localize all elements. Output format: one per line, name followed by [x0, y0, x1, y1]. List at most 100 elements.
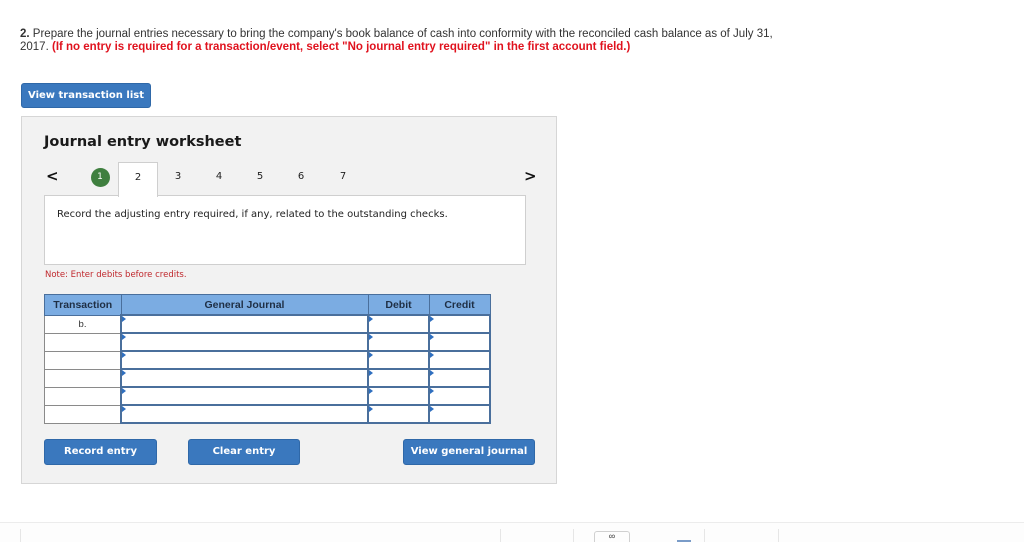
debit-field[interactable]	[369, 316, 428, 332]
dropdown-marker-icon	[122, 370, 126, 376]
account-field-cell	[120, 332, 369, 352]
debit-field-cell	[367, 314, 430, 334]
dropdown-marker-icon	[430, 316, 434, 322]
credit-field-cell	[428, 332, 491, 352]
debit-credit-note: Note: Enter debits before credits.	[45, 270, 187, 280]
record-entry-button[interactable]: Record entry	[44, 439, 157, 465]
debit-field[interactable]	[369, 406, 428, 422]
debit-field-cell	[367, 368, 430, 388]
transaction-cell	[44, 386, 122, 406]
debit-field-cell	[367, 350, 430, 370]
credit-field-cell	[428, 368, 491, 388]
chevron-left-icon[interactable]: <	[46, 167, 59, 185]
dropdown-marker-icon	[369, 388, 373, 394]
account-field-cell	[120, 404, 369, 424]
link-icon[interactable]: ∞	[594, 531, 630, 542]
bottom-toolbar: ∞	[0, 522, 1024, 542]
journal-row	[44, 332, 491, 352]
transaction-cell	[44, 368, 122, 388]
dropdown-marker-icon	[430, 334, 434, 340]
transaction-cell: b.	[44, 314, 122, 334]
divider	[20, 529, 21, 542]
dropdown-marker-icon	[369, 334, 373, 340]
tab-5[interactable]: 5	[240, 162, 280, 195]
journal-row	[44, 386, 491, 406]
view-general-journal-button[interactable]: View general journal	[403, 439, 535, 465]
credit-field[interactable]	[430, 316, 489, 332]
dropdown-marker-icon	[369, 370, 373, 376]
journal-row	[44, 350, 491, 370]
tab-2[interactable]: 2	[118, 162, 158, 197]
question-instruction: (If no entry is required for a transacti…	[51, 41, 631, 53]
account-field-cell	[120, 386, 369, 406]
debit-field[interactable]	[369, 334, 428, 350]
dropdown-marker-icon	[122, 406, 126, 412]
account-field-cell	[120, 368, 369, 388]
divider	[778, 529, 779, 542]
clear-entry-button[interactable]: Clear entry	[188, 439, 300, 465]
credit-field[interactable]	[430, 334, 489, 350]
debit-field-cell	[367, 404, 430, 424]
debit-field-cell	[367, 332, 430, 352]
dropdown-marker-icon	[430, 406, 434, 412]
dropdown-marker-icon	[122, 352, 126, 358]
tab-4[interactable]: 4	[199, 162, 239, 195]
debit-field[interactable]	[369, 370, 428, 386]
dropdown-marker-icon	[430, 352, 434, 358]
account-field-cell	[120, 350, 369, 370]
credit-field-cell	[428, 386, 491, 406]
credit-field[interactable]	[430, 406, 489, 422]
debit-field-cell	[367, 386, 430, 406]
dropdown-marker-icon	[122, 316, 126, 322]
dropdown-marker-icon	[369, 352, 373, 358]
dropdown-marker-icon	[369, 406, 373, 412]
header-credit: Credit	[428, 294, 491, 316]
account-field[interactable]	[122, 406, 367, 422]
credit-field-cell	[428, 404, 491, 424]
journal-header-row: Transaction General Journal Debit Credit	[44, 294, 491, 316]
dropdown-marker-icon	[430, 388, 434, 394]
tab-6[interactable]: 6	[281, 162, 321, 195]
entry-prompt: Record the adjusting entry required, if …	[44, 195, 526, 265]
debit-field[interactable]	[369, 352, 428, 368]
credit-field[interactable]	[430, 388, 489, 404]
journal-table: Transaction General Journal Debit Credit…	[44, 294, 491, 424]
completed-step-badge: 1	[90, 168, 110, 187]
credit-field-cell	[428, 350, 491, 370]
dropdown-marker-icon	[369, 316, 373, 322]
tab-7[interactable]: 7	[323, 162, 363, 195]
dropdown-marker-icon	[122, 388, 126, 394]
question-number: 2.	[20, 28, 30, 40]
credit-field-cell	[428, 314, 491, 334]
transaction-cell	[44, 350, 122, 370]
journal-row: b.	[44, 314, 491, 334]
transaction-cell	[44, 404, 122, 424]
divider	[573, 529, 574, 542]
account-field[interactable]	[122, 388, 367, 404]
view-transaction-list-button[interactable]: View transaction list	[21, 83, 151, 108]
question-text: 2. Prepare the journal entries necessary…	[20, 28, 800, 54]
transaction-cell	[44, 332, 122, 352]
account-field[interactable]	[122, 370, 367, 386]
header-debit: Debit	[367, 294, 430, 316]
account-field[interactable]	[122, 316, 367, 332]
account-field-cell	[120, 314, 369, 334]
credit-field[interactable]	[430, 352, 489, 368]
tab-1[interactable]: 1	[80, 162, 120, 195]
chevron-right-icon[interactable]: >	[524, 167, 537, 185]
dropdown-marker-icon	[122, 334, 126, 340]
worksheet-title: Journal entry worksheet	[44, 134, 242, 150]
journal-row	[44, 404, 491, 424]
journal-row	[44, 368, 491, 388]
account-field[interactable]	[122, 352, 367, 368]
debit-field[interactable]	[369, 388, 428, 404]
header-general-journal: General Journal	[120, 294, 369, 316]
journal-entry-worksheet: Journal entry worksheet < > 1 2 3 4 5 6 …	[21, 116, 557, 484]
account-field[interactable]	[122, 334, 367, 350]
dropdown-marker-icon	[430, 370, 434, 376]
divider	[500, 529, 501, 542]
header-transaction: Transaction	[44, 294, 122, 316]
tab-3[interactable]: 3	[158, 162, 198, 195]
credit-field[interactable]	[430, 370, 489, 386]
divider	[704, 529, 705, 542]
